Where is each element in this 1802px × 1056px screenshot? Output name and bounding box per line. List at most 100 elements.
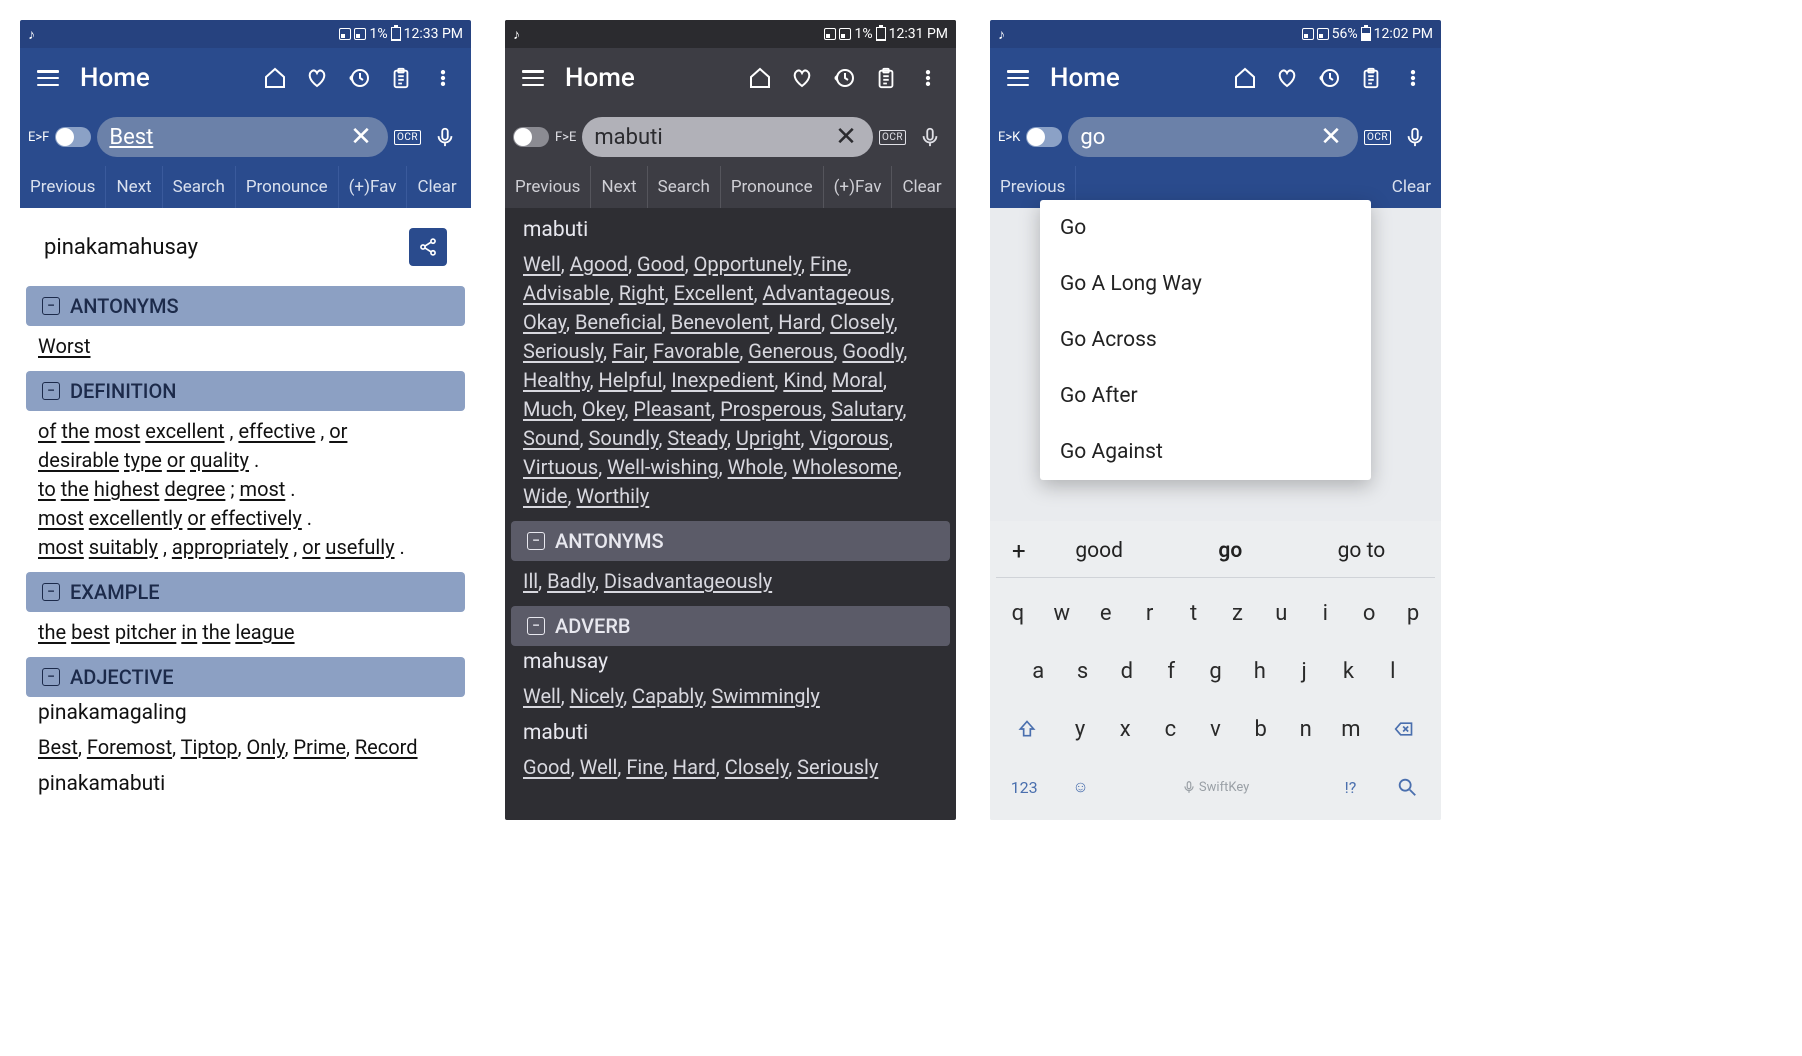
word-link[interactable]: Wholesome [792, 455, 898, 479]
key-space[interactable]: SwiftKey [1111, 762, 1321, 812]
word-link[interactable]: Worthily [576, 484, 649, 508]
word-link[interactable]: type [124, 448, 162, 472]
word-link[interactable]: usefully [325, 535, 394, 559]
voice-button[interactable] [427, 119, 463, 155]
word-link[interactable]: Excellent [674, 281, 754, 305]
search-input[interactable]: mabuti ✕ [582, 117, 873, 157]
word-link[interactable]: Good [637, 252, 685, 276]
word-link[interactable]: Well-wishing [607, 455, 719, 479]
word-link[interactable]: Whole [728, 455, 784, 479]
key-emoji[interactable]: ☺ [1054, 762, 1106, 812]
word-link[interactable]: of [38, 419, 56, 443]
key-j[interactable]: j [1284, 646, 1324, 696]
clear-icon[interactable]: ✕ [1316, 122, 1346, 152]
favorites-button[interactable] [1269, 60, 1305, 96]
tab-next[interactable]: Next [591, 166, 647, 208]
key-d[interactable]: d [1107, 646, 1147, 696]
overflow-button[interactable] [425, 60, 461, 96]
key-i[interactable]: i [1305, 588, 1345, 638]
tab-clear[interactable]: Clear [407, 166, 466, 208]
word-link[interactable]: Seriously [797, 755, 878, 779]
key-x[interactable]: x [1105, 704, 1146, 754]
overflow-button[interactable] [1395, 60, 1431, 96]
word-link[interactable]: Good [523, 755, 571, 779]
tab-search[interactable]: Search [163, 166, 236, 208]
voice-button[interactable] [1397, 119, 1433, 155]
word-link[interactable]: Opportunely [694, 252, 801, 276]
clipboard-button[interactable] [1353, 60, 1389, 96]
section-definition[interactable]: −DEFINITION [26, 371, 465, 411]
word-link[interactable]: most [240, 477, 286, 501]
search-input[interactable]: Best ✕ [97, 117, 388, 157]
word-link[interactable]: suitably [89, 535, 158, 559]
word-link[interactable]: or [167, 448, 185, 472]
section-adjective[interactable]: −ADJECTIVE [26, 657, 465, 697]
word-link[interactable]: Okay [523, 310, 566, 334]
word-link[interactable]: Wide [523, 484, 568, 508]
word-link[interactable]: league [235, 620, 294, 644]
ocr-button[interactable]: OCR [879, 130, 906, 145]
word-link[interactable]: Soundly [589, 426, 659, 450]
key-t[interactable]: t [1174, 588, 1214, 638]
result-title[interactable]: pinakamahusay [44, 235, 198, 260]
keyboard-suggestion[interactable]: go [1165, 539, 1296, 563]
key-r[interactable]: r [1130, 588, 1170, 638]
word-link[interactable]: excellent [145, 419, 224, 443]
clipboard-button[interactable] [383, 60, 419, 96]
word-link[interactable]: Beneficial [575, 310, 662, 334]
word-link[interactable]: Moral [832, 368, 883, 392]
favorites-button[interactable] [784, 60, 820, 96]
tab-search[interactable]: Search [648, 166, 721, 208]
word-link[interactable]: effectively [211, 506, 302, 530]
key-v[interactable]: v [1195, 704, 1236, 754]
share-button[interactable] [409, 228, 447, 266]
word-link[interactable]: the [61, 419, 89, 443]
word-link[interactable]: or [302, 535, 320, 559]
key-o[interactable]: o [1349, 588, 1389, 638]
history-button[interactable] [341, 60, 377, 96]
word-link[interactable]: Seriously [523, 339, 603, 363]
home-button[interactable] [257, 60, 293, 96]
word-link[interactable]: best [71, 620, 110, 644]
word-link[interactable]: Nicely [570, 684, 624, 708]
autocomplete-item[interactable]: Go After [1040, 368, 1371, 424]
key-shift[interactable] [998, 704, 1056, 754]
word-link[interactable]: Fine [810, 252, 848, 276]
word-link[interactable]: Favorable [653, 339, 739, 363]
word-link[interactable]: excellently [89, 506, 183, 530]
word-link[interactable]: Okey [582, 397, 625, 421]
lang-toggle[interactable]: E>K [998, 127, 1062, 147]
word-link[interactable]: Prime [294, 735, 346, 759]
autocomplete-item[interactable]: Go A Long Way [1040, 256, 1371, 312]
clear-icon[interactable]: ✕ [346, 122, 376, 152]
key-g[interactable]: g [1195, 646, 1235, 696]
key-y[interactable]: y [1060, 704, 1101, 754]
word-link[interactable]: Kind [783, 368, 823, 392]
word-link[interactable]: Only [247, 735, 285, 759]
word-link[interactable]: Worst [38, 334, 91, 358]
word-link[interactable]: Tiptop [181, 735, 238, 759]
word-link[interactable]: Helpful [599, 368, 663, 392]
word-link[interactable]: Goodly [842, 339, 903, 363]
ocr-button[interactable]: OCR [1364, 130, 1391, 145]
word-link[interactable]: Pleasant [633, 397, 711, 421]
word-link[interactable]: appropriately [172, 535, 289, 559]
key-s[interactable]: s [1062, 646, 1102, 696]
word-link[interactable]: Steady [667, 426, 727, 450]
key-b[interactable]: b [1240, 704, 1281, 754]
autocomplete-item[interactable]: Go Against [1040, 424, 1371, 480]
key-e[interactable]: e [1086, 588, 1126, 638]
home-button[interactable] [1227, 60, 1263, 96]
home-button[interactable] [742, 60, 778, 96]
tab-pronounce[interactable]: Pronounce [721, 166, 824, 208]
key-c[interactable]: c [1150, 704, 1191, 754]
word-link[interactable]: Foremost [87, 735, 172, 759]
autocomplete-item[interactable]: Go Across [1040, 312, 1371, 368]
word-link[interactable]: the [202, 620, 230, 644]
word-link[interactable]: Advantageous [763, 281, 891, 305]
section-antonyms[interactable]: −ANTONYMS [511, 521, 950, 561]
key-f[interactable]: f [1151, 646, 1191, 696]
autocomplete-item[interactable]: Go [1040, 200, 1371, 256]
word-link[interactable]: Generous [748, 339, 833, 363]
key-z[interactable]: z [1218, 588, 1258, 638]
